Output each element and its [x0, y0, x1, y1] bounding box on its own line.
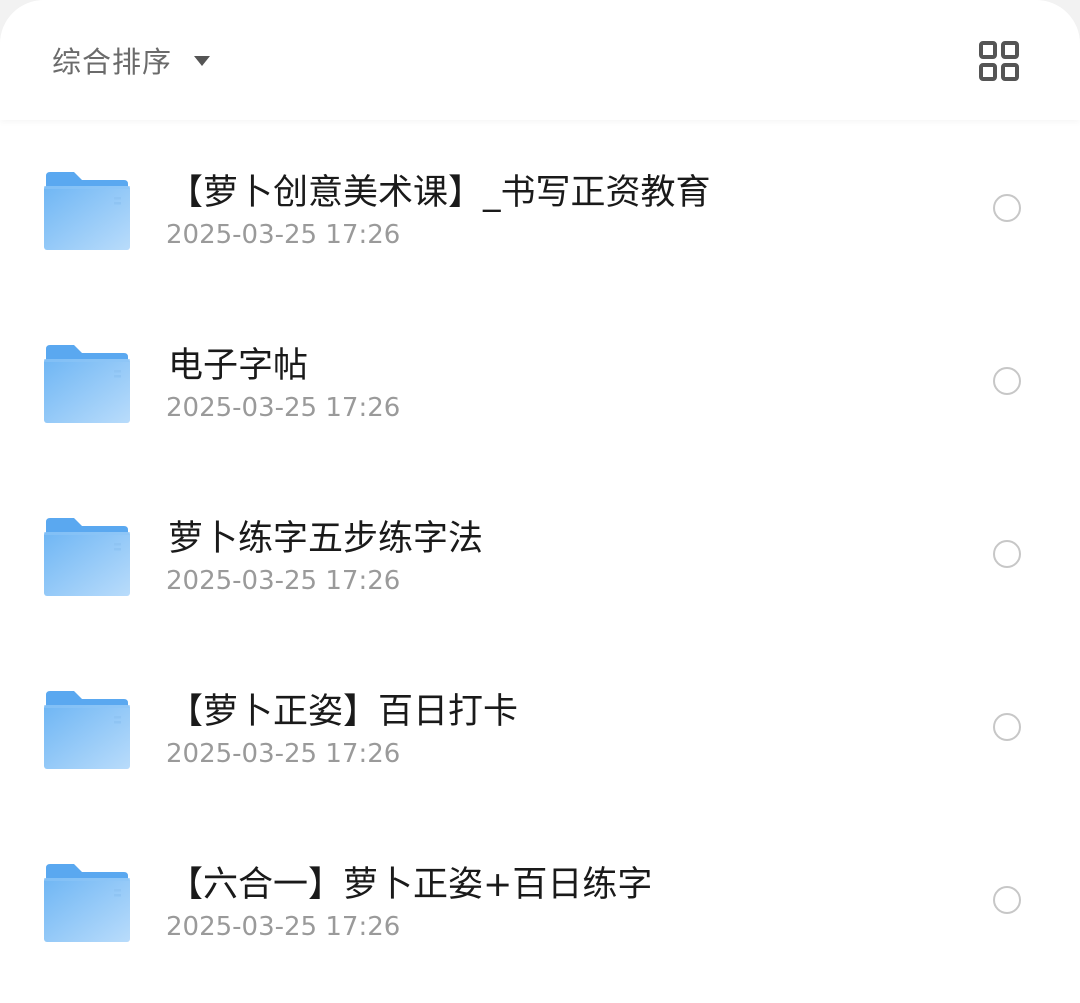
- file-name: 【六合一】萝卜正姿+百日练字: [168, 865, 653, 905]
- sort-label: 综合排序: [52, 45, 173, 79]
- list-item[interactable]: 【萝卜创意美术课】_书写正资教育 2025-03-25 17:26: [0, 122, 1080, 295]
- list-item[interactable]: 萝卜练字五步练字法 2025-03-25 17:26: [0, 468, 1080, 641]
- file-date: 2025-03-25 17:26: [166, 393, 401, 423]
- select-radio[interactable]: [993, 367, 1021, 395]
- caret-down-icon: [194, 56, 211, 66]
- toolbar: 综合排序: [0, 0, 1080, 120]
- select-radio[interactable]: [993, 540, 1021, 568]
- folder-icon: [44, 172, 130, 250]
- file-name: 【萝卜创意美术课】_书写正资教育: [168, 173, 711, 213]
- file-date: 2025-03-25 17:26: [166, 220, 401, 250]
- select-radio[interactable]: [993, 713, 1021, 741]
- select-radio[interactable]: [993, 194, 1021, 222]
- folder-icon: [44, 345, 130, 423]
- file-date: 2025-03-25 17:26: [166, 739, 401, 769]
- file-name: 萝卜练字五步练字法: [168, 519, 484, 559]
- list-item[interactable]: 【六合一】萝卜正姿+百日练字 2025-03-25 17:26: [0, 814, 1080, 987]
- select-radio[interactable]: [993, 886, 1021, 914]
- folder-icon: [44, 691, 130, 769]
- file-date: 2025-03-25 17:26: [166, 912, 401, 942]
- file-date: 2025-03-25 17:26: [166, 566, 401, 596]
- file-list: 【萝卜创意美术课】_书写正资教育 2025-03-25 17:26 电子字帖 2…: [0, 122, 1080, 987]
- grid-view-button[interactable]: [978, 40, 1020, 82]
- file-browser-panel: 综合排序 【萝卜创意美术课】_书写正资教育 2025-03-25 17:26 电…: [0, 0, 1080, 1003]
- list-item[interactable]: 电子字帖 2025-03-25 17:26: [0, 295, 1080, 468]
- list-item[interactable]: 【萝卜正姿】百日打卡 2025-03-25 17:26: [0, 641, 1080, 814]
- sort-dropdown[interactable]: 综合排序: [52, 38, 211, 82]
- folder-icon: [44, 864, 130, 942]
- file-name: 电子字帖: [168, 346, 309, 386]
- file-name: 【萝卜正姿】百日打卡: [168, 692, 519, 732]
- folder-icon: [44, 518, 130, 596]
- grid-view-icon: [979, 41, 1019, 81]
